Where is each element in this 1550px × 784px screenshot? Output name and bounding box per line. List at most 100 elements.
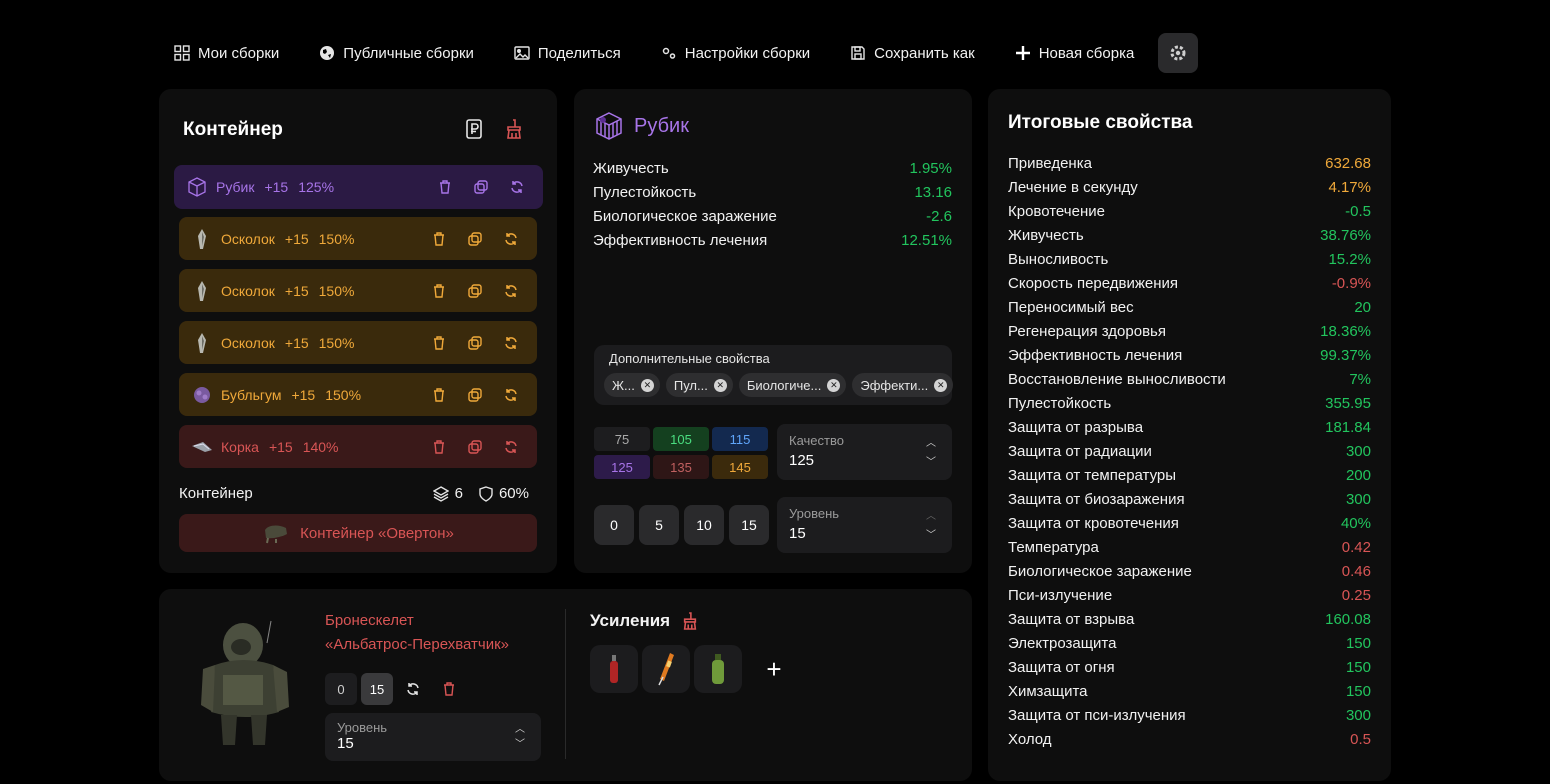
armor-delete-button[interactable] [433,673,465,705]
nav-public-builds[interactable]: Публичные сборки [319,45,474,62]
chevron-up-icon[interactable]: ︿ [926,434,936,449]
nav-build-settings-label: Настройки сборки [684,44,811,62]
artifact-row[interactable]: Осколок +15 150% [179,321,537,364]
refresh-icon[interactable] [509,179,525,195]
stat-row: Электрозащита 150 [1008,631,1371,655]
armor-image [195,617,295,747]
stat-name: Защита от пси-излучения [1008,706,1186,724]
quality-select[interactable]: Качество 125 ︿ ﹀ [777,424,952,480]
level-select[interactable]: Уровень 15 ︿ ﹀ [777,497,952,553]
quality-option[interactable]: 105 [653,427,709,451]
property-chip[interactable]: Эффекти... ✕ [852,373,954,397]
armor-level-buttons: 0 15 [325,673,465,705]
stat-name: Эффективность лечения [593,231,768,249]
trash-icon[interactable] [431,283,447,299]
refresh-icon[interactable] [503,335,519,351]
level-button[interactable]: 0 [594,505,634,545]
artifact-actions [431,283,519,299]
trash-icon[interactable] [431,231,447,247]
level-button[interactable]: 15 [729,505,769,545]
broom-icon[interactable] [682,612,698,630]
stat-value: 300 [1345,706,1371,724]
refresh-icon[interactable] [503,387,519,403]
chevron-down-icon[interactable]: ﹀ [926,526,936,541]
level-button[interactable]: 5 [639,505,679,545]
armor-level-0-button[interactable]: 0 [325,673,357,705]
container-item-name: Контейнер «Овертон» [300,524,454,542]
stat-row: Регенерация здоровья 18.36% [1008,319,1371,343]
artifact-row[interactable]: Бубльгум +15 150% [179,373,537,416]
artifact-row[interactable]: Осколок +15 150% [179,217,537,260]
crust-icon [191,436,213,458]
settings-button[interactable] [1158,33,1199,73]
property-chip[interactable]: Биологиче... ✕ [738,373,847,397]
chevron-down-icon[interactable]: ﹀ [515,735,525,750]
trash-icon[interactable] [431,387,447,403]
artifact-actions [431,335,519,351]
boost-slot[interactable] [694,645,742,693]
stat-value: 160.08 [1325,610,1371,628]
stat-row: Защита от кровотечения 40% [1008,511,1371,535]
stat-name: Живучесть [1008,226,1084,244]
copy-icon[interactable] [467,387,483,403]
armor-level-15-button[interactable]: 15 [361,673,393,705]
stat-name: Химзащита [1008,682,1088,700]
copy-icon[interactable] [467,231,483,247]
container-icon [265,525,288,544]
quality-option[interactable]: 115 [712,427,768,451]
copy-icon[interactable] [467,283,483,299]
property-chip[interactable]: Пул... ✕ [665,373,733,397]
quality-option[interactable]: 75 [594,427,650,451]
chevron-up-icon[interactable]: ︿ [926,507,936,522]
artifact-row[interactable]: Корка +15 140% [179,425,537,468]
nav-save-as[interactable]: Сохранить как [850,45,975,62]
chevron-up-icon[interactable]: ︿ [515,720,525,735]
copy-icon[interactable] [473,179,489,195]
quality-option[interactable]: 135 [653,455,709,479]
divider [565,609,566,759]
quality-option[interactable]: 125 [594,455,650,479]
artifact-row[interactable]: Рубик +15 125% [174,165,543,209]
refresh-icon[interactable] [503,283,519,299]
stat-row: Приведенка 632.68 [1008,151,1371,175]
trash-icon[interactable] [431,439,447,455]
artifact-actions [431,231,519,247]
level-button[interactable]: 10 [684,505,724,545]
boost-slot[interactable] [590,645,638,693]
nav-share[interactable]: Поделиться [514,45,621,62]
quality-option[interactable]: 145 [712,455,768,479]
ruble-button[interactable] [464,119,484,139]
gear-icon [1170,45,1186,61]
nav-new-build[interactable]: Новая сборка [1015,45,1134,62]
nav-build-settings[interactable]: Настройки сборки [661,45,810,62]
trash-icon[interactable] [437,179,453,195]
save-icon [851,46,865,60]
stat-name: Скорость передвижения [1008,274,1179,292]
remove-chip-icon[interactable]: ✕ [934,378,948,392]
stat-row: Живучесть 1.95% [593,156,952,180]
quality-grid: 75 105 115 125 135 145 [594,427,768,479]
armor-level-select[interactable]: Уровень 15 ︿ ﹀ [325,713,541,761]
remove-chip-icon[interactable]: ✕ [713,378,727,392]
remove-chip-icon[interactable]: ✕ [640,378,654,392]
stat-value: 1.95% [909,159,952,177]
property-chip[interactable]: Ж... ✕ [604,373,660,397]
nav-my-builds[interactable]: Мои сборки [174,45,279,62]
stat-name: Пулестойкость [1008,394,1112,412]
copy-icon[interactable] [467,439,483,455]
refresh-icon[interactable] [503,231,519,247]
artifact-row[interactable]: Осколок +15 150% [179,269,537,312]
artifact-percent: 150% [318,230,355,247]
trash-icon[interactable] [431,335,447,351]
boost-slot[interactable] [642,645,690,693]
refresh-icon[interactable] [503,439,519,455]
protection-stat: 60% [479,485,529,502]
container-item[interactable]: Контейнер «Овертон» [179,514,537,552]
clear-container-button[interactable] [504,119,524,139]
armor-replace-button[interactable] [397,673,429,705]
shard-icon [191,332,213,354]
chevron-down-icon[interactable]: ﹀ [926,453,936,468]
remove-chip-icon[interactable]: ✕ [827,378,841,392]
copy-icon[interactable] [467,335,483,351]
add-boost-button[interactable]: + [750,645,798,693]
